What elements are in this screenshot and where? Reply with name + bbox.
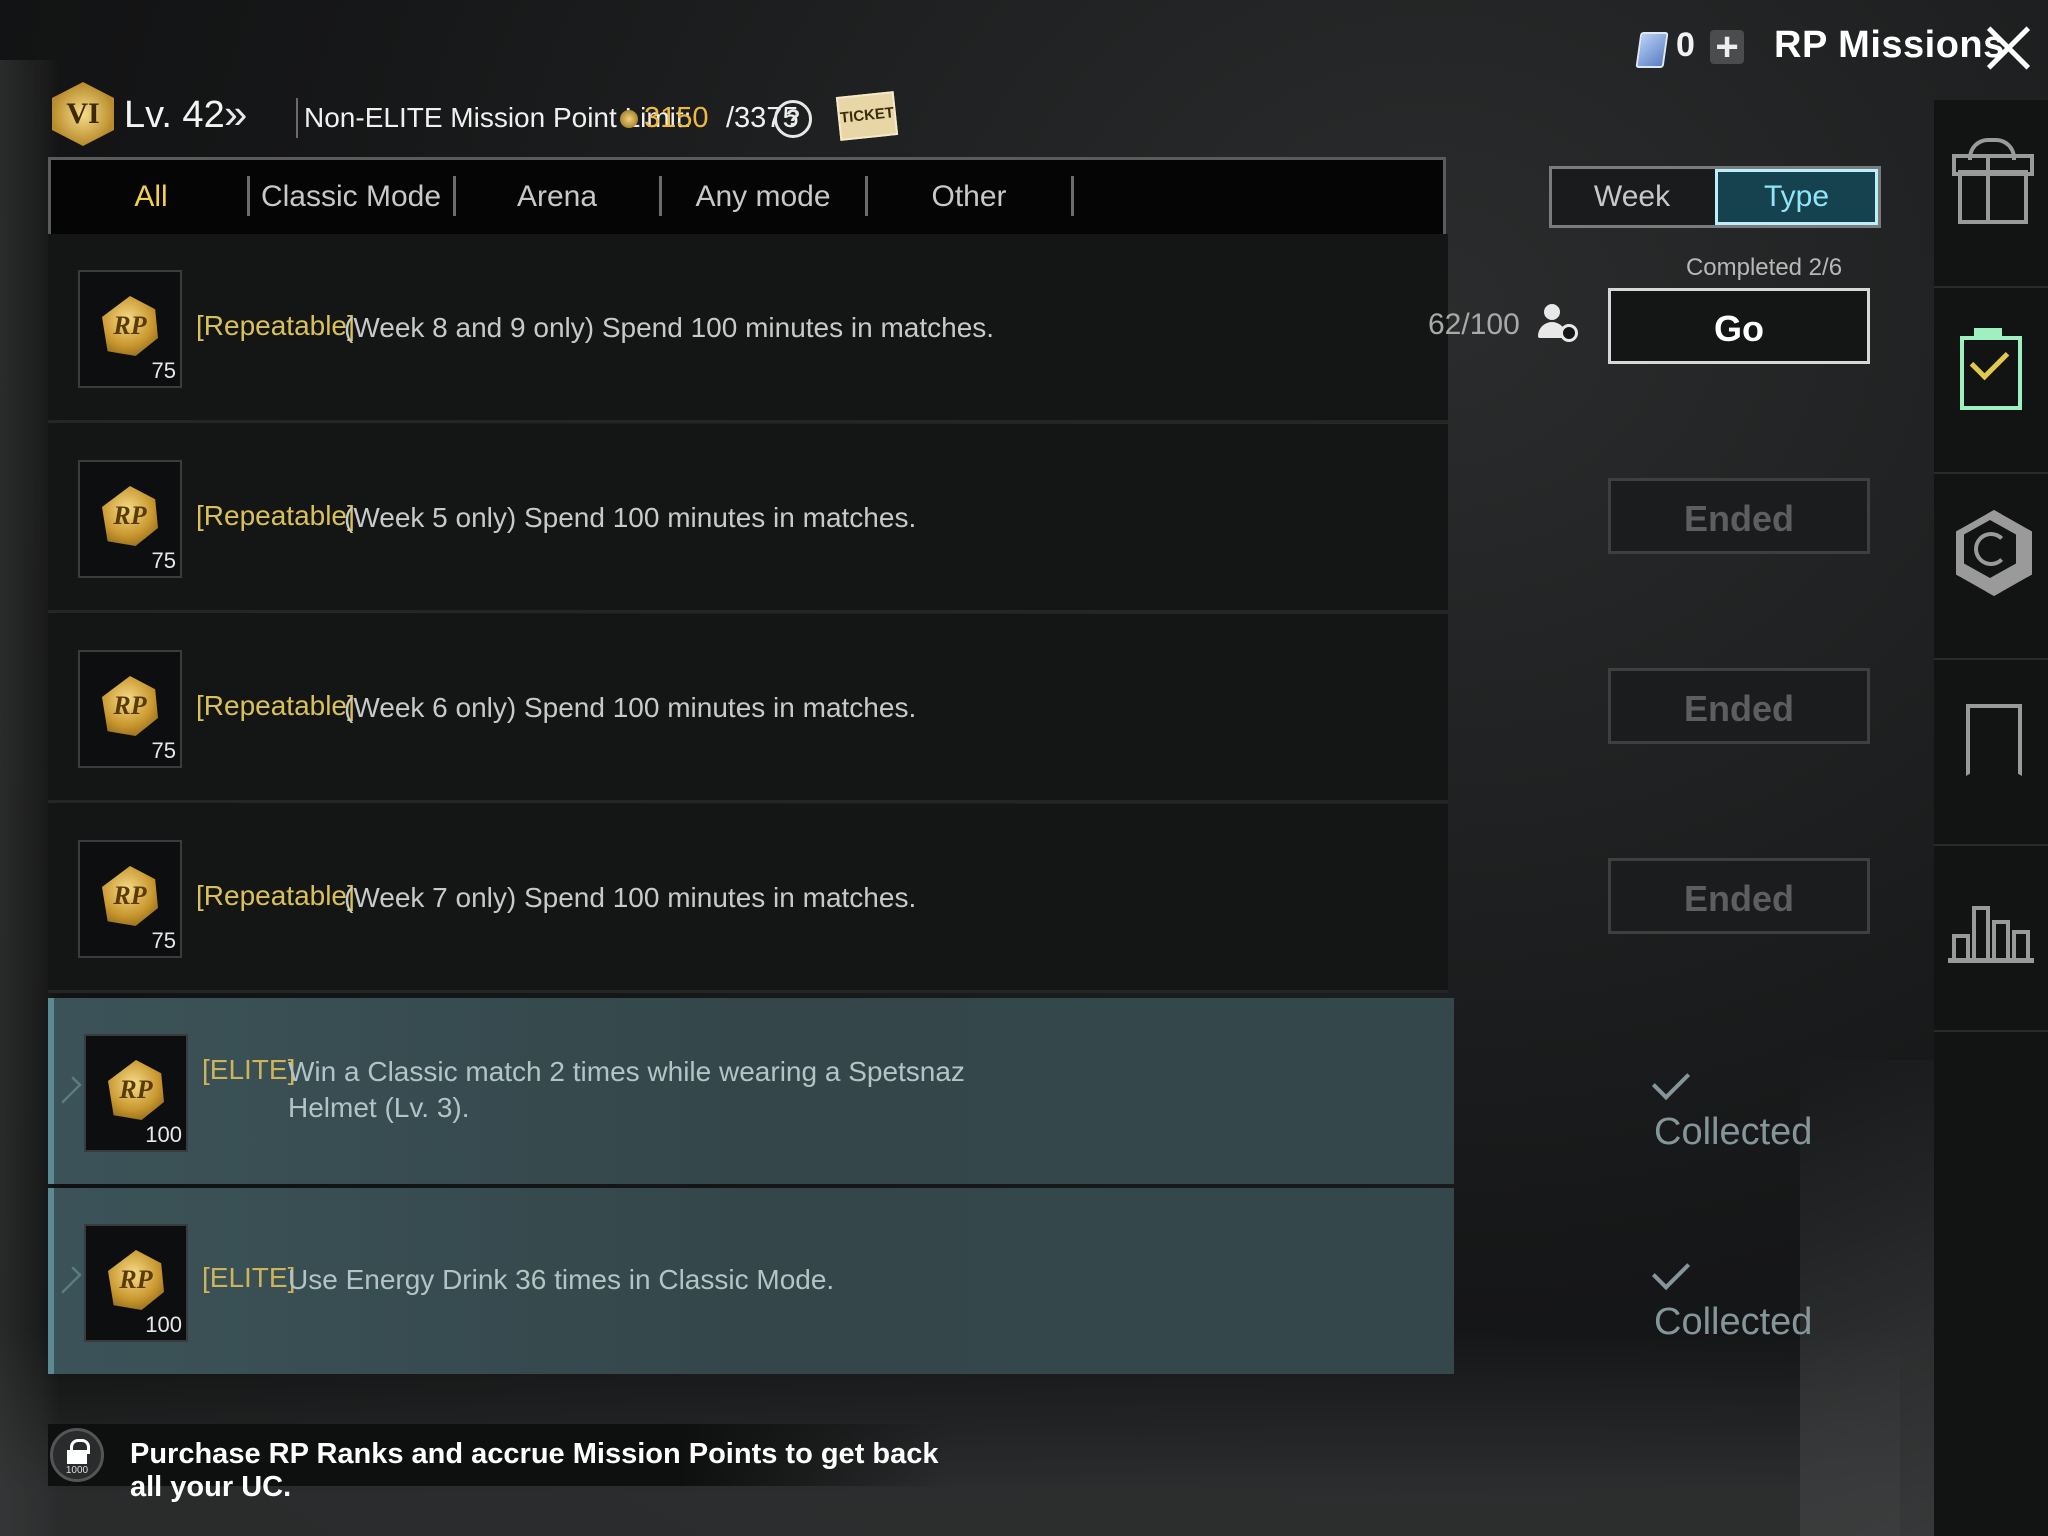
reward-amount: 75 (151, 358, 176, 383)
tab-arena[interactable]: Arena (457, 160, 657, 234)
reward-amount: 75 (151, 928, 176, 953)
rp-coin-icon: RP (102, 296, 158, 356)
reward-slot[interactable]: RP 100 (84, 1224, 188, 1342)
rp-coin-icon: RP (102, 486, 158, 546)
mission-description: (Week 5 only) Spend 100 minutes in match… (344, 502, 917, 533)
level-label: Lv. 42 (124, 94, 225, 136)
filter-tab-bar: All Classic Mode Arena Any mode Other We… (48, 157, 1881, 237)
reward-amount: 75 (151, 738, 176, 763)
reward-slot[interactable]: RP 75 (78, 460, 182, 578)
mission-description: Use Energy Drink 36 times in Classic Mod… (288, 1264, 835, 1295)
page-title: RP Missions (1774, 24, 2005, 66)
top-bar: 0 + RP Missions (1528, 0, 2048, 100)
tab-classic-mode[interactable]: Classic Mode (251, 160, 451, 234)
elite-mission-row: RP 100 [ELITE] Use Energy Drink 36 times… (48, 1188, 1812, 1374)
ticket-icon (1635, 32, 1669, 68)
mission-row: RP 75 [Repeatable] (Week 7 only) Spend 1… (48, 804, 1870, 993)
refresh-badge-icon[interactable] (1934, 472, 2048, 660)
mission-description: (Week 6 only) Spend 100 minutes in match… (344, 692, 917, 723)
reward-slot[interactable]: RP 75 (78, 840, 182, 958)
reward-amount: 75 (151, 548, 176, 573)
footer-message: Purchase RP Ranks and accrue Mission Poi… (130, 1438, 939, 1503)
bar-chart-icon[interactable] (1934, 844, 2048, 1032)
chevron-right-icon (54, 1076, 82, 1104)
reward-amount: 100 (145, 1312, 182, 1337)
mission-row: RP 75 [Repeatable] (Week 6 only) Spend 1… (48, 614, 1870, 803)
reward-slot[interactable]: RP 75 (78, 270, 182, 388)
rp-coin-icon: RP (108, 1250, 164, 1310)
elite-mission-row: RP 100 [ELITE] Win a Classic match 2 tim… (48, 998, 1812, 1184)
mission-tag: [Repeatable] (196, 880, 355, 911)
mission-tag: [ELITE] (202, 1054, 296, 1085)
sort-toggle: Week Type (1549, 166, 1881, 228)
ended-button: Ended (1608, 478, 1870, 554)
mission-tag: [Repeatable] (196, 310, 355, 341)
tab-any-mode[interactable]: Any mode (663, 160, 863, 234)
help-icon[interactable]: ? (774, 100, 812, 138)
mission-row: RP 75 [Repeatable] (Week 8 and 9 only) S… (48, 234, 1870, 423)
rp-coin-icon: RP (102, 676, 158, 736)
close-button[interactable] (1978, 18, 2038, 78)
mission-tag: [Repeatable] (196, 500, 355, 531)
check-icon (1651, 1061, 1691, 1101)
completion-count: Completed 2/6 (1685, 254, 1843, 281)
mission-description: (Week 7 only) Spend 100 minutes in match… (344, 882, 917, 913)
lock-icon[interactable]: 1000 (50, 1428, 104, 1482)
tab-other[interactable]: Other (869, 160, 1069, 234)
mission-tag: [ELITE] (202, 1262, 296, 1293)
task-checklist-icon[interactable] (1934, 286, 2048, 474)
reward-amount: 100 (145, 1122, 182, 1147)
mission-tag: [Repeatable] (196, 690, 355, 721)
collected-status: Collected (1651, 1251, 1812, 1344)
sort-week-button[interactable]: Week (1552, 169, 1712, 225)
mission-progress: 62/100 (1428, 308, 1520, 341)
ticket-count: 0 (1676, 26, 1695, 64)
mission-description: Win a Classic match 2 times while wearin… (288, 1056, 965, 1123)
go-button[interactable]: Go (1608, 288, 1870, 364)
right-sidebar (1934, 100, 2048, 1536)
chevron-right-icon (54, 1266, 82, 1294)
rp-coin-icon: RP (108, 1060, 164, 1120)
level-header: VI Lv. 42 » Non-ELITE Mission Point Limi… (48, 80, 1448, 158)
mission-point-current: 3150 (644, 102, 709, 134)
sort-type-button[interactable]: Type (1715, 169, 1878, 225)
ticket-button[interactable]: TICKET (835, 91, 899, 141)
rank-badge: VI (52, 82, 114, 146)
check-icon (1651, 1251, 1691, 1291)
coin-icon (620, 110, 638, 128)
ended-button: Ended (1608, 668, 1870, 744)
rp-coin-icon: RP (102, 866, 158, 926)
mission-row: RP 75 [Repeatable] (Week 5 only) Spend 1… (48, 424, 1870, 613)
reward-slot[interactable]: RP 100 (84, 1034, 188, 1152)
footer-banner: 1000 Purchase RP Ranks and accrue Missio… (48, 1424, 948, 1503)
collected-status: Collected (1651, 1061, 1812, 1154)
mission-description: (Week 8 and 9 only) Spend 100 minutes in… (344, 312, 995, 343)
ended-button: Ended (1608, 858, 1870, 934)
level-details-chevron-icon[interactable]: » (224, 92, 264, 136)
bookmark-icon[interactable] (1934, 658, 2048, 846)
gift-icon[interactable] (1934, 100, 2048, 288)
divider (296, 98, 298, 138)
tab-all[interactable]: All (71, 160, 231, 234)
add-tickets-button[interactable]: + (1710, 27, 1744, 67)
lock-amount: 1000 (65, 1465, 89, 1476)
reward-slot[interactable]: RP 75 (78, 650, 182, 768)
mission-details-icon[interactable] (1536, 302, 1580, 346)
